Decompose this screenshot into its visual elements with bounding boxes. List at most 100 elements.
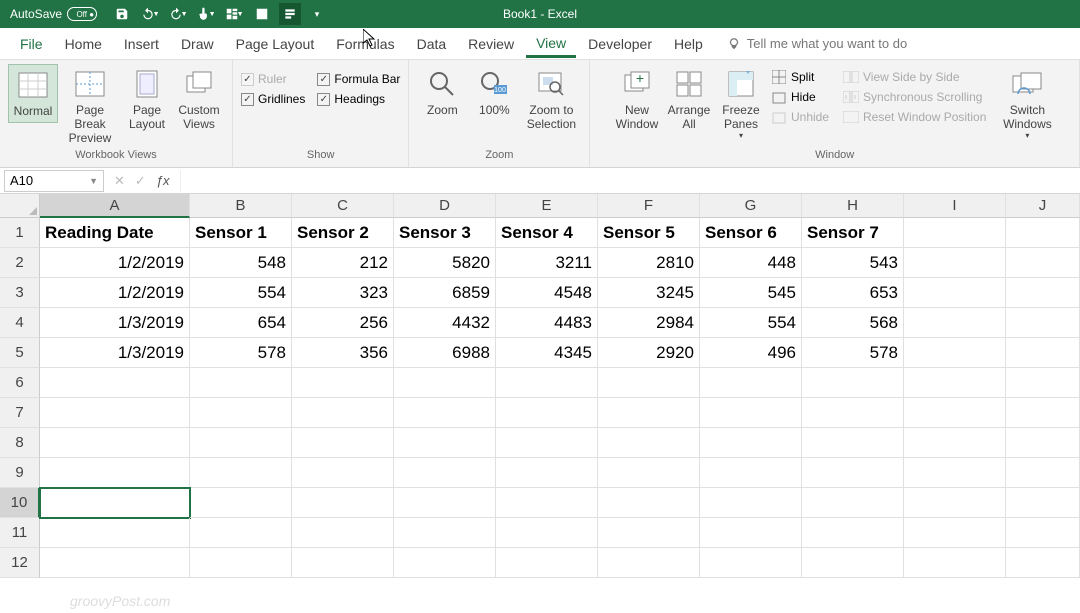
cell-H2[interactable]: 543	[802, 248, 904, 278]
cell-G5[interactable]: 496	[700, 338, 802, 368]
cell-E12[interactable]	[496, 548, 598, 578]
cell-B1[interactable]: Sensor 1	[190, 218, 292, 248]
cell-C1[interactable]: Sensor 2	[292, 218, 394, 248]
cell-D11[interactable]	[394, 518, 496, 548]
zoom-100-button[interactable]: 100 100%	[469, 64, 519, 121]
tab-help[interactable]: Help	[664, 30, 713, 58]
column-header-C[interactable]: C	[292, 194, 394, 218]
page-break-preview-button[interactable]: Page Break Preview	[60, 64, 120, 149]
cell-E11[interactable]	[496, 518, 598, 548]
cell-J11[interactable]	[1006, 518, 1080, 548]
row-header-9[interactable]: 9	[0, 458, 40, 488]
cell-B11[interactable]	[190, 518, 292, 548]
cell-B9[interactable]	[190, 458, 292, 488]
column-header-E[interactable]: E	[496, 194, 598, 218]
autosave-toggle[interactable]: AutoSave Off ●	[10, 7, 97, 21]
cell-A7[interactable]	[40, 398, 190, 428]
cell-B6[interactable]	[190, 368, 292, 398]
cell-B10[interactable]	[190, 488, 292, 518]
page-layout-button[interactable]: Page Layout	[122, 64, 172, 135]
cell-H7[interactable]	[802, 398, 904, 428]
cell-C2[interactable]: 212	[292, 248, 394, 278]
cell-J9[interactable]	[1006, 458, 1080, 488]
cell-I12[interactable]	[904, 548, 1006, 578]
cell-A9[interactable]	[40, 458, 190, 488]
cell-I10[interactable]	[904, 488, 1006, 518]
cell-F5[interactable]: 2920	[598, 338, 700, 368]
cell-J5[interactable]	[1006, 338, 1080, 368]
tab-developer[interactable]: Developer	[578, 30, 662, 58]
tab-review[interactable]: Review	[458, 30, 524, 58]
cell-D1[interactable]: Sensor 3	[394, 218, 496, 248]
cell-F2[interactable]: 2810	[598, 248, 700, 278]
cell-D4[interactable]: 4432	[394, 308, 496, 338]
cell-I5[interactable]	[904, 338, 1006, 368]
save-icon[interactable]	[111, 3, 133, 25]
tab-draw[interactable]: Draw	[171, 30, 224, 58]
cell-A11[interactable]	[40, 518, 190, 548]
cell-G8[interactable]	[700, 428, 802, 458]
cell-F3[interactable]: 3245	[598, 278, 700, 308]
cell-E1[interactable]: Sensor 4	[496, 218, 598, 248]
cell-H8[interactable]	[802, 428, 904, 458]
cell-G3[interactable]: 545	[700, 278, 802, 308]
cell-D12[interactable]	[394, 548, 496, 578]
select-all-corner[interactable]	[0, 194, 40, 218]
cell-I3[interactable]	[904, 278, 1006, 308]
gridlines-checkbox[interactable]: ✓Gridlines	[241, 92, 305, 106]
cell-F9[interactable]	[598, 458, 700, 488]
redo-icon[interactable]: ▼	[167, 3, 189, 25]
cell-J8[interactable]	[1006, 428, 1080, 458]
fx-icon[interactable]: ƒx	[156, 173, 170, 188]
cell-I6[interactable]	[904, 368, 1006, 398]
tab-insert[interactable]: Insert	[114, 30, 169, 58]
form-icon[interactable]	[279, 3, 301, 25]
cell-F4[interactable]: 2984	[598, 308, 700, 338]
cell-D6[interactable]	[394, 368, 496, 398]
cell-C10[interactable]	[292, 488, 394, 518]
cell-C9[interactable]	[292, 458, 394, 488]
cell-H5[interactable]: 578	[802, 338, 904, 368]
cell-F12[interactable]	[598, 548, 700, 578]
row-header-11[interactable]: 11	[0, 518, 40, 548]
cell-F8[interactable]	[598, 428, 700, 458]
cell-J1[interactable]	[1006, 218, 1080, 248]
cell-A4[interactable]: 1/3/2019	[40, 308, 190, 338]
cell-D8[interactable]	[394, 428, 496, 458]
cell-I11[interactable]	[904, 518, 1006, 548]
cell-G10[interactable]	[700, 488, 802, 518]
cell-D3[interactable]: 6859	[394, 278, 496, 308]
cell-H11[interactable]	[802, 518, 904, 548]
formula-bar-checkbox[interactable]: ✓Formula Bar	[317, 72, 400, 86]
cell-E7[interactable]	[496, 398, 598, 428]
cell-F1[interactable]: Sensor 5	[598, 218, 700, 248]
cell-B4[interactable]: 654	[190, 308, 292, 338]
column-header-B[interactable]: B	[190, 194, 292, 218]
cell-I8[interactable]	[904, 428, 1006, 458]
row-header-10[interactable]: 10	[0, 488, 40, 518]
cell-C11[interactable]	[292, 518, 394, 548]
row-header-7[interactable]: 7	[0, 398, 40, 428]
cell-B5[interactable]: 578	[190, 338, 292, 368]
cell-B8[interactable]	[190, 428, 292, 458]
cell-G12[interactable]	[700, 548, 802, 578]
cell-D5[interactable]: 6988	[394, 338, 496, 368]
normal-view-button[interactable]: Normal	[8, 64, 58, 123]
cell-H9[interactable]	[802, 458, 904, 488]
column-header-J[interactable]: J	[1006, 194, 1080, 218]
cell-J2[interactable]	[1006, 248, 1080, 278]
cell-C7[interactable]	[292, 398, 394, 428]
cell-I2[interactable]	[904, 248, 1006, 278]
tab-formulas[interactable]: Formulas	[326, 30, 404, 58]
autosave-switch[interactable]: Off ●	[67, 7, 97, 21]
cell-B7[interactable]	[190, 398, 292, 428]
cell-I9[interactable]	[904, 458, 1006, 488]
tab-page-layout[interactable]: Page Layout	[226, 30, 325, 58]
cell-J6[interactable]	[1006, 368, 1080, 398]
row-header-8[interactable]: 8	[0, 428, 40, 458]
column-header-H[interactable]: H	[802, 194, 904, 218]
split-button[interactable]: Split	[768, 68, 832, 86]
cell-F7[interactable]	[598, 398, 700, 428]
column-header-D[interactable]: D	[394, 194, 496, 218]
cell-G1[interactable]: Sensor 6	[700, 218, 802, 248]
